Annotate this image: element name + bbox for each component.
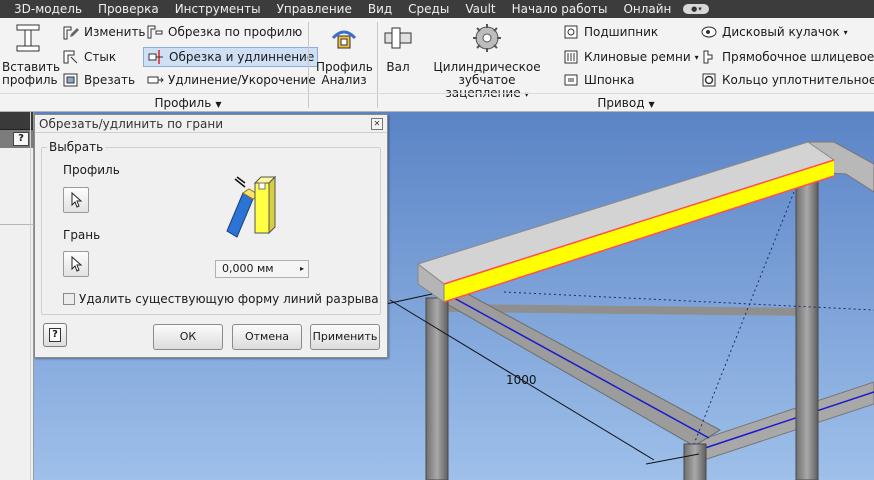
bearing-label: Подшипник bbox=[584, 25, 659, 39]
panel-profile-title[interactable]: Профиль ▼ bbox=[0, 95, 376, 111]
trim-to-profile-button[interactable]: Обрезка по профилю bbox=[146, 24, 302, 40]
joint-icon bbox=[63, 50, 78, 64]
spline-icon bbox=[703, 50, 713, 64]
face-select-button[interactable] bbox=[63, 251, 89, 277]
delete-break-lines-checkbox[interactable] bbox=[63, 293, 75, 305]
trim-extend-icon bbox=[148, 50, 163, 64]
offset-input[interactable]: 0,000 мм ▸ bbox=[215, 260, 309, 278]
trim-to-profile-label: Обрезка по профилю bbox=[168, 25, 303, 39]
trim-extend-dialog: Обрезать/удлинить по грани ✕ Выбрать Про… bbox=[34, 114, 388, 358]
chevron-down-icon[interactable]: ▼ bbox=[215, 100, 221, 109]
frame-post bbox=[795, 173, 819, 480]
menu-inspect[interactable]: Проверка bbox=[90, 0, 167, 18]
bearing-icon bbox=[564, 25, 578, 39]
profile-select-button[interactable] bbox=[63, 187, 89, 213]
bearing-button[interactable]: Подшипник bbox=[562, 24, 658, 40]
menu-view[interactable]: Вид bbox=[360, 0, 400, 18]
menu-vault[interactable]: Vault bbox=[457, 0, 503, 18]
lengthen-shorten-label: Удлинение/Укорочение bbox=[168, 73, 316, 87]
menu-online[interactable]: Онлайн bbox=[615, 0, 679, 18]
ribbon-display-toggle-icon[interactable]: ● ▾ bbox=[683, 4, 710, 14]
insert-profile-button[interactable]: Вставить профиль bbox=[2, 22, 60, 87]
cursor-arrow-icon bbox=[71, 256, 83, 272]
trim-illustration-icon bbox=[226, 175, 277, 238]
dimension-value[interactable]: 1000 bbox=[506, 373, 537, 387]
dialog-title: Обрезать/удлинить по грани bbox=[39, 116, 223, 131]
delete-break-lines-row[interactable]: Удалить существующую форму линий разрыва bbox=[63, 292, 379, 306]
panel-drive-title[interactable]: Привод ▼ bbox=[378, 95, 874, 111]
menu-manage[interactable]: Управление bbox=[269, 0, 360, 18]
divider bbox=[0, 224, 34, 225]
cancel-button[interactable]: Отмена bbox=[232, 324, 302, 350]
lengthen-shorten-icon bbox=[147, 76, 164, 84]
help-icon[interactable]: ? bbox=[13, 132, 29, 146]
key-button[interactable]: Шпонка bbox=[562, 72, 634, 88]
spline-button[interactable]: Прямобочное шлицевое со bbox=[700, 49, 874, 65]
divider bbox=[30, 112, 31, 480]
disc-cam-icon bbox=[701, 26, 717, 38]
oring-button[interactable]: Кольцо уплотнительное bbox=[700, 72, 874, 88]
shaft-button[interactable]: Вал bbox=[380, 22, 416, 74]
offset-value: 0,000 мм bbox=[222, 262, 274, 275]
chevron-down-icon[interactable]: ▾ bbox=[695, 53, 699, 62]
dialog-titlebar[interactable]: Обрезать/удлинить по грани bbox=[35, 115, 387, 133]
menu-tools[interactable]: Инструменты bbox=[167, 0, 269, 18]
apply-button[interactable]: Применить bbox=[310, 324, 380, 350]
joint-label: Стык bbox=[84, 50, 117, 64]
model-browser-header bbox=[0, 112, 33, 130]
profile-analysis-icon bbox=[331, 30, 357, 49]
cursor-arrow-icon bbox=[71, 192, 83, 208]
close-icon[interactable]: ✕ bbox=[371, 118, 383, 130]
select-group-label: Выбрать bbox=[47, 140, 106, 154]
panel-title-divider bbox=[0, 93, 874, 94]
trim-extend-button[interactable]: Обрезка и удлиннение bbox=[143, 47, 319, 67]
vbelts-button[interactable]: Клиновые ремни ▾ bbox=[562, 49, 699, 65]
disc-cam-button[interactable]: Дисковый кулачок ▾ bbox=[700, 24, 848, 40]
notch-icon bbox=[63, 73, 78, 87]
spur-gear-button[interactable]: Цилиндрическое зубчатое зацепление ▾ bbox=[420, 22, 554, 101]
delete-break-lines-label: Удалить существующую форму линий разрыва bbox=[79, 292, 379, 306]
frame-post bbox=[683, 443, 707, 480]
trim-to-profile-icon bbox=[147, 25, 163, 39]
profile-analysis-label-2: Анализ bbox=[321, 73, 367, 87]
profile-analysis-button[interactable]: Профиль Анализ bbox=[316, 22, 373, 87]
spline-label: Прямобочное шлицевое со bbox=[722, 50, 874, 64]
help-icon: ? bbox=[49, 328, 61, 342]
notch-label: Врезать bbox=[84, 73, 136, 87]
disc-cam-label: Дисковый кулачок bbox=[722, 25, 840, 39]
frame-post bbox=[425, 297, 449, 480]
model-browser-panel: ? bbox=[0, 112, 34, 480]
oring-label: Кольцо уплотнительное bbox=[722, 73, 874, 87]
face-label: Грань bbox=[63, 228, 101, 242]
spur-gear-icon bbox=[473, 24, 501, 52]
edit-icon bbox=[63, 26, 79, 40]
insert-profile-label-2: профиль bbox=[2, 73, 58, 87]
chevron-down-icon[interactable]: ▼ bbox=[649, 100, 655, 109]
insert-profile-icon bbox=[16, 24, 40, 52]
lengthen-shorten-button[interactable]: Удлинение/Укорочение bbox=[146, 72, 316, 88]
menu-bar: 3D-модель Проверка Инструменты Управлени… bbox=[0, 0, 874, 18]
ribbon: Вставить профиль Изменить Стык Врезать О… bbox=[0, 18, 874, 112]
ok-button[interactable]: ОК bbox=[153, 324, 223, 350]
chevron-right-icon[interactable]: ▸ bbox=[300, 261, 304, 277]
vbelts-icon bbox=[564, 50, 578, 64]
joint-button[interactable]: Стык bbox=[62, 49, 116, 65]
edit-button[interactable]: Изменить bbox=[62, 24, 146, 40]
edit-label: Изменить bbox=[84, 25, 146, 39]
shaft-icon bbox=[384, 27, 412, 49]
chevron-down-icon[interactable]: ▾ bbox=[844, 28, 848, 37]
key-label: Шпонка bbox=[584, 73, 635, 87]
vbelts-label: Клиновые ремни bbox=[584, 50, 691, 64]
menu-3d-model[interactable]: 3D-модель bbox=[0, 0, 90, 18]
help-button[interactable]: ? bbox=[43, 323, 67, 347]
trim-extend-label: Обрезка и удлиннение bbox=[169, 50, 315, 64]
menu-get-started[interactable]: Начало работы bbox=[504, 0, 616, 18]
profile-label: Профиль bbox=[63, 163, 120, 177]
menu-environments[interactable]: Среды bbox=[400, 0, 457, 18]
notch-button[interactable]: Врезать bbox=[62, 72, 135, 88]
shaft-label: Вал bbox=[386, 60, 410, 74]
oring-icon bbox=[702, 73, 716, 87]
key-icon bbox=[564, 74, 578, 86]
